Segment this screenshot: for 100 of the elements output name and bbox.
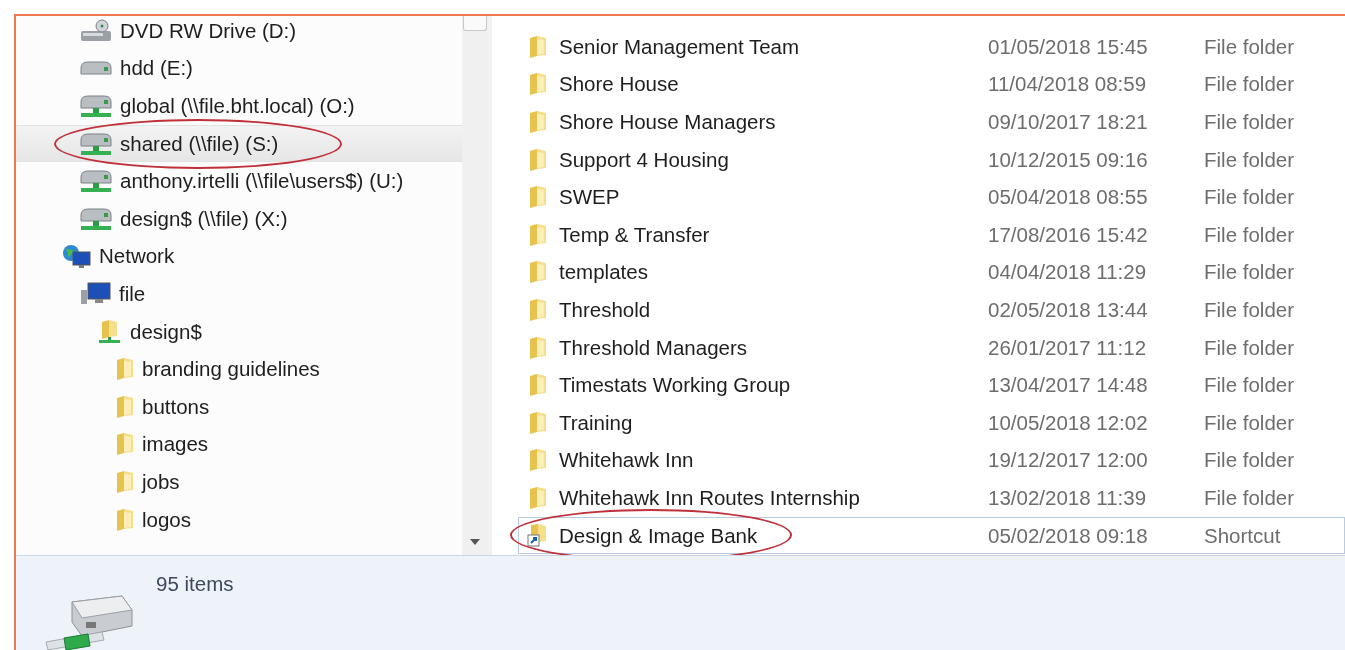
navigation-item[interactable]: jobs — [16, 463, 462, 501]
network-drive-icon — [80, 169, 112, 194]
navigation-item[interactable]: branding guidelines — [16, 350, 462, 388]
file-type: File folder — [1204, 485, 1294, 510]
file-name: Design & Image Bank — [559, 523, 759, 548]
file-row[interactable]: SWEP 05/04/2018 08:55 File folder — [492, 178, 1345, 216]
folder-icon — [529, 72, 547, 97]
date-modified: 05/04/2018 08:55 — [988, 185, 1149, 210]
item-count: 95 items — [156, 572, 234, 596]
file-name: Senior Management Team — [559, 34, 801, 59]
file-row[interactable]: Shore House 11/04/2018 08:59 File folder — [492, 65, 1345, 104]
file-name: Shore House — [559, 72, 680, 97]
file-row[interactable]: Threshold 02/05/2018 13:44 File folder — [492, 291, 1345, 329]
shortcut-icon — [527, 524, 547, 547]
file-row[interactable]: Threshold Managers 26/01/2017 11:12 File folder — [492, 328, 1345, 367]
file-row[interactable]: Whitehawk Inn 19/12/2017 12:00 File folder — [492, 441, 1345, 480]
date-modified: 19/12/2017 12:00 — [988, 448, 1149, 473]
file-name: Whitehawk Inn Routes Internship — [559, 485, 861, 510]
date-modified: 09/10/2017 18:21 — [988, 110, 1149, 134]
folder-icon — [529, 147, 547, 172]
date-modified: 10/05/2018 12:02 — [988, 410, 1149, 435]
file-name: SWEP — [559, 185, 621, 210]
file-row[interactable]: Senior Management Team 01/05/2018 15:45 File folder — [492, 28, 1345, 66]
file-name: Threshold Managers — [559, 335, 748, 360]
file-row[interactable]: Whitehawk Inn Routes Internship 13/02/2018 11:39 File folder — [492, 479, 1345, 517]
file-type: File folder — [1204, 72, 1294, 97]
navigation-item[interactable]: shared (\\file) (S:) — [16, 124, 462, 163]
date-modified: 02/05/2018 13:44 — [988, 297, 1149, 322]
navigation-item[interactable]: logos — [16, 500, 462, 539]
file-type: File folder — [1204, 147, 1294, 172]
navigation-item[interactable]: hdd (E:) — [16, 49, 462, 88]
folder-icon — [529, 448, 547, 473]
file-row[interactable]: Training 10/05/2018 12:02 File folder — [492, 403, 1345, 442]
file-type: File folder — [1204, 448, 1294, 473]
file-name: Training — [559, 410, 634, 435]
file-type: File folder — [1204, 34, 1294, 59]
file-type: File folder — [1204, 410, 1294, 435]
scrollbar[interactable] — [462, 16, 488, 555]
network-drive-icon — [80, 94, 112, 118]
dvd-drive-icon — [80, 18, 112, 43]
file-type: File folder — [1204, 185, 1294, 210]
folder-icon — [529, 373, 547, 398]
navigation-item[interactable]: images — [16, 425, 462, 464]
scrollbar-thumb[interactable] — [463, 16, 487, 31]
navigation-item[interactable]: Network — [16, 237, 462, 276]
file-type: File folder — [1204, 110, 1294, 134]
folder-icon — [529, 222, 547, 247]
scroll-down-arrow-icon[interactable] — [470, 539, 480, 545]
folder-icon — [529, 260, 547, 285]
folder-icon — [529, 485, 547, 510]
file-type: File folder — [1204, 335, 1294, 360]
folder-icon — [116, 394, 134, 419]
file-type: File folder — [1204, 260, 1294, 285]
file-name: Threshold — [559, 297, 652, 322]
file-row[interactable]: Design & Image Bank 05/02/2018 09:18 Shortcut — [518, 516, 1345, 555]
computer-icon — [80, 282, 111, 306]
network-drive-icon — [80, 206, 112, 231]
hard-drive-icon — [80, 60, 112, 77]
folder-icon — [529, 410, 547, 435]
date-modified: 05/02/2018 09:18 — [988, 523, 1149, 548]
file-name: Support 4 Housing — [559, 147, 730, 172]
file-name: templates — [559, 260, 649, 285]
navigation-item[interactable]: design$ — [16, 312, 462, 351]
folder-icon — [116, 507, 134, 532]
date-modified: 26/01/2017 11:12 — [988, 335, 1148, 360]
navigation-item[interactable]: global (\\file.bht.local) (O:) — [16, 87, 462, 125]
file-row[interactable]: Shore House Managers 09/10/2017 18:21 File folder — [492, 103, 1345, 141]
date-modified: 01/05/2018 15:45 — [988, 34, 1149, 59]
folder-icon — [529, 297, 547, 322]
folder-icon — [116, 432, 134, 457]
folder-icon — [116, 357, 134, 382]
folder-icon — [529, 110, 547, 134]
date-modified: 04/04/2018 11:29 — [988, 260, 1148, 285]
folder-icon — [529, 34, 547, 59]
file-name: Temp & Transfer — [559, 222, 711, 247]
folder-icon — [116, 469, 134, 494]
navigation-item[interactable]: buttons — [16, 387, 462, 426]
date-modified: 11/04/2018 08:59 — [988, 72, 1148, 97]
file-name: Shore House Managers — [559, 110, 777, 134]
file-type: Shortcut — [1204, 523, 1281, 548]
date-modified: 13/02/2018 11:39 — [988, 485, 1148, 510]
navigation-item[interactable]: DVD RW Drive (D:) — [16, 16, 462, 50]
date-modified: 17/08/2016 15:42 — [988, 222, 1149, 247]
file-row[interactable]: templates 04/04/2018 11:29 File folder — [492, 253, 1345, 292]
file-name: Whitehawk Inn — [559, 448, 695, 473]
navigation-item[interactable]: design$ (\\file) (X:) — [16, 199, 462, 238]
shared-folder-icon — [98, 319, 122, 344]
file-name: Timestats Working Group — [559, 373, 792, 398]
file-type: File folder — [1204, 222, 1294, 247]
file-row[interactable]: Support 4 Housing 10/12/2015 09:16 File folder — [492, 140, 1345, 179]
globe-computer-icon — [62, 243, 91, 269]
file-row[interactable]: Temp & Transfer 17/08/2016 15:42 File folder — [492, 215, 1345, 254]
folder-icon — [529, 335, 547, 360]
file-row[interactable]: Timestats Working Group 13/04/2017 14:48 File folder — [492, 366, 1345, 404]
navigation-item[interactable]: anthony.irtelli (\\file\users$) (U:) — [16, 162, 462, 200]
file-type: File folder — [1204, 297, 1294, 322]
navigation-item[interactable]: file — [16, 275, 462, 313]
date-modified: 10/12/2015 09:16 — [988, 147, 1149, 172]
date-modified: 13/04/2017 14:48 — [988, 373, 1149, 398]
file-type: File folder — [1204, 373, 1294, 398]
